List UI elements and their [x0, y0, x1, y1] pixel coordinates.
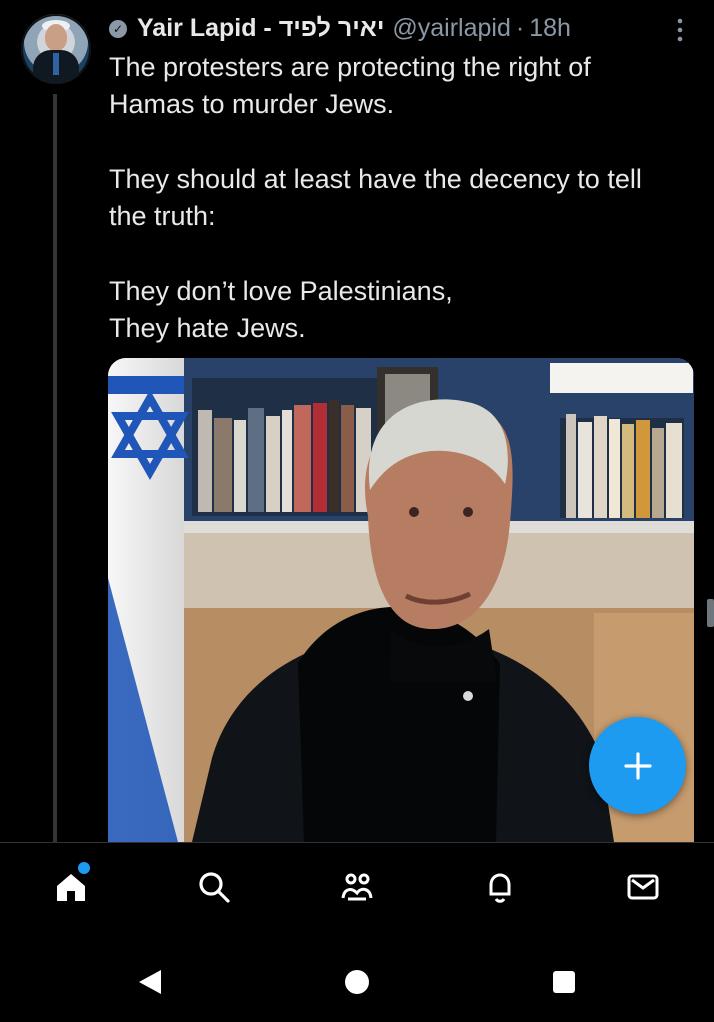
- mail-icon: [627, 874, 659, 900]
- tab-messages[interactable]: [623, 867, 663, 907]
- post-line-5: They don’t love Palestinians,: [109, 276, 453, 306]
- avatar-tie: [53, 53, 59, 75]
- verified-icon: ✓: [109, 20, 127, 38]
- tab-search[interactable]: [194, 867, 234, 907]
- recents-icon: [553, 971, 575, 993]
- post-line-3: They should at least have the decency to…: [109, 164, 642, 194]
- post-line-2: Hamas to murder Jews.: [109, 89, 395, 119]
- bell-icon: [489, 873, 511, 903]
- back-button[interactable]: [132, 964, 168, 1000]
- home-icon: [57, 874, 85, 901]
- scrollbar-thumb[interactable]: [707, 599, 714, 627]
- recents-button[interactable]: [546, 964, 582, 1000]
- back-icon: [139, 970, 161, 994]
- author-name[interactable]: Yair Lapid - יאיר לפיד: [137, 12, 384, 44]
- system-navigation-bar: [0, 936, 714, 1022]
- thread-line: [53, 94, 57, 842]
- people-icon: [341, 873, 373, 901]
- avatar[interactable]: [21, 14, 91, 84]
- bottom-tab-bar: [0, 842, 714, 937]
- post-text: The protesters are protecting the right …: [109, 49, 679, 347]
- header-separator: ·: [515, 14, 525, 42]
- tab-notifications[interactable]: [480, 867, 520, 907]
- author-handle[interactable]: @yairlapid: [392, 12, 510, 44]
- post-time[interactable]: 18h: [529, 12, 571, 44]
- post-line-1: The protesters are protecting the right …: [109, 52, 591, 82]
- tab-communities[interactable]: [337, 867, 377, 907]
- more-vertical-icon[interactable]: [670, 16, 690, 44]
- avatar-face: [45, 24, 67, 51]
- post-line-6: They hate Jews.: [109, 313, 306, 343]
- home-nav-icon: [345, 970, 369, 994]
- home-notification-dot: [78, 862, 90, 874]
- search-icon: [199, 872, 230, 903]
- post-header: ✓ Yair Lapid - יאיר לפיד @yairlapid · 18…: [109, 12, 571, 44]
- plus-icon: [623, 751, 652, 780]
- home-nav-button[interactable]: [339, 964, 375, 1000]
- post-line-4: the truth:: [109, 201, 216, 231]
- compose-button[interactable]: [589, 717, 686, 814]
